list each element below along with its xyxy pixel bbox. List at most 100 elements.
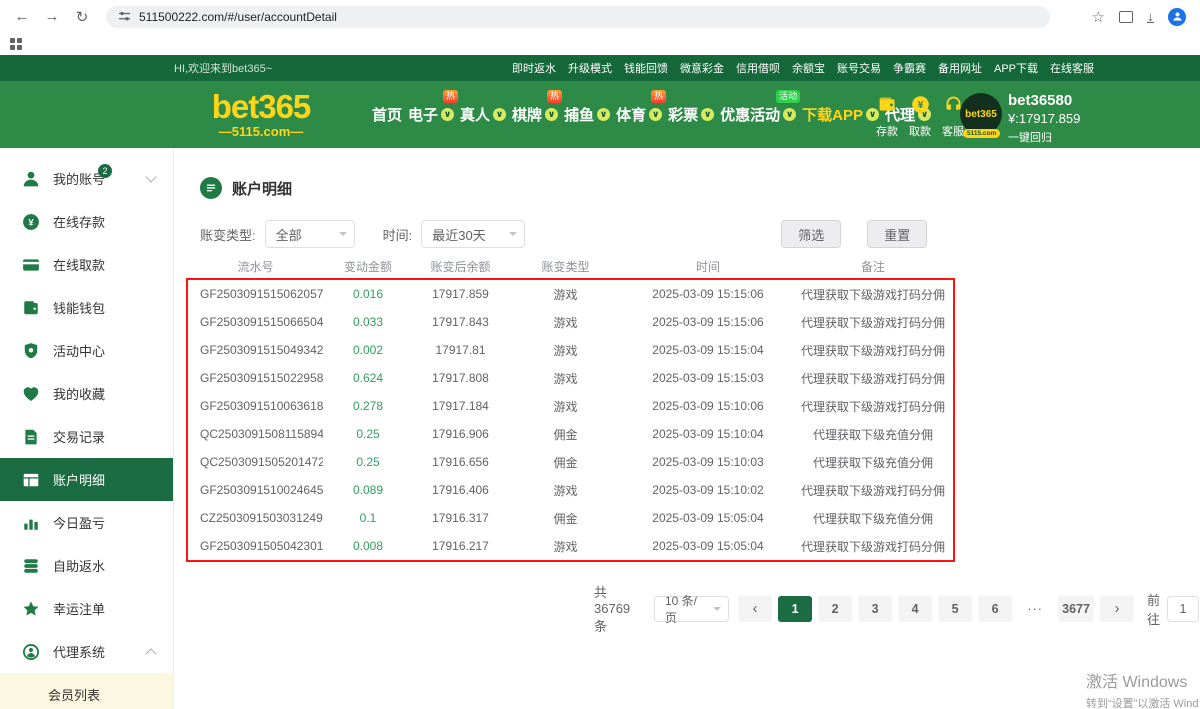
table-row[interactable]: GF250309151006361820.27817917.184游戏2025-… — [188, 392, 953, 420]
address-bar[interactable]: 511500222.com/#/user/accountDetail — [106, 6, 1050, 28]
topbar-link[interactable]: 钱能回馈 — [624, 60, 668, 76]
sidebar-item-lucky-bets[interactable]: 幸运注单 — [0, 587, 173, 630]
goto-page-input[interactable] — [1167, 596, 1199, 622]
cell-amount: 0.1 — [323, 511, 413, 525]
nav-item-download[interactable]: 下载APP∨ — [802, 81, 879, 148]
cell-remark: 代理获取下级游戏打码分佣 — [793, 342, 953, 359]
apps-grid-icon[interactable] — [10, 38, 22, 50]
reload-icon[interactable]: ↻ — [70, 5, 94, 29]
cell-balance: 17916.317 — [413, 511, 508, 525]
page-button[interactable]: 4 — [898, 596, 932, 622]
cell-serial: GF25030915150665049 — [188, 315, 323, 329]
type-select[interactable]: 全部 — [265, 220, 355, 248]
topbar-link[interactable]: 争霸赛 — [893, 60, 926, 76]
table-row[interactable]: QC250309150811589440.2517916.906佣金2025-0… — [188, 420, 953, 448]
forward-icon[interactable]: → — [40, 5, 64, 29]
page-button[interactable]: 3 — [858, 596, 892, 622]
topbar-link[interactable]: 余额宝 — [792, 60, 825, 76]
sidebar-item-label: 我的收藏 — [53, 384, 105, 403]
table-row[interactable]: GF250309151506205750.01617917.859游戏2025-… — [188, 280, 953, 308]
nav-item-home[interactable]: 首页 — [372, 81, 402, 148]
time-select[interactable]: 最近30天 — [421, 220, 525, 248]
topbar-link[interactable]: 备用网址 — [938, 60, 982, 76]
next-page-icon[interactable]: › — [1100, 596, 1134, 622]
nav-item-chess[interactable]: 棋牌∨热 — [512, 81, 558, 148]
sidebar-item-member-list[interactable]: 会员列表 — [0, 673, 173, 709]
sidebar-item-trade-records[interactable]: 交易记录 — [0, 415, 173, 458]
topbar-link[interactable]: 微意彩金 — [680, 60, 724, 76]
time-filter-label: 时间: — [383, 225, 413, 244]
table-row[interactable]: GF250309150504230160.00817916.217游戏2025-… — [188, 532, 953, 560]
prev-page-icon[interactable]: ‹ — [738, 596, 772, 622]
sidebar-item-online-withdraw[interactable]: 在线取款 — [0, 243, 173, 286]
sidebar-item-label: 钱能钱包 — [53, 298, 105, 317]
cell-balance: 17917.81 — [413, 343, 508, 357]
browser-toolbar: ← → ↻ 511500222.com/#/user/accountDetail… — [0, 0, 1200, 33]
page-button[interactable]: 1 — [778, 596, 812, 622]
deposit-button[interactable]: 存款 — [876, 94, 898, 139]
nav-item-label: 棋牌 — [512, 104, 542, 125]
sidebar-item-qianneng-wallet[interactable]: 钱能钱包 — [0, 286, 173, 329]
nav-item-label: 下载APP — [802, 104, 863, 125]
site-settings-icon[interactable] — [118, 10, 131, 23]
page-button[interactable]: 3677 — [1058, 596, 1094, 622]
sidebar-item-today-profit[interactable]: 今日盈亏 — [0, 501, 173, 544]
filter-button[interactable]: 筛选 — [781, 220, 841, 248]
chevron-up-icon — [145, 648, 156, 659]
chevron-down-icon: ∨ — [545, 108, 558, 121]
topbar-link[interactable]: 即时返水 — [512, 60, 556, 76]
table-body-highlighted: GF250309151506205750.01617917.859游戏2025-… — [186, 278, 955, 562]
nav-item-sports[interactable]: 体育∨热 — [616, 81, 662, 148]
quick-actions: 存款 ¥ 取款 客服 — [876, 94, 964, 139]
page-button[interactable]: 2 — [818, 596, 852, 622]
cell-time: 2025-03-09 15:15:06 — [623, 287, 793, 301]
download-icon[interactable]: ↓ — [1147, 10, 1154, 23]
profile-avatar[interactable] — [1168, 8, 1186, 26]
type-select-value: 全部 — [276, 225, 302, 244]
pagination: 共 36769 条 10 条/页 ‹ 123456···3677 › 前往 页 — [594, 582, 1200, 635]
nav-item-fishing[interactable]: 捕鱼∨ — [564, 81, 610, 148]
sidebar-item-my-account[interactable]: 我的账号2 — [0, 157, 173, 200]
one-click-restore-button[interactable]: 一键回归 — [1008, 129, 1052, 145]
user-icon — [22, 170, 40, 188]
table-row[interactable]: GF250309151504934270.00217917.81游戏2025-0… — [188, 336, 953, 364]
table-row[interactable]: CZ250309150303124900.117916.317佣金2025-03… — [188, 504, 953, 532]
topbar-link[interactable]: APP下载 — [994, 60, 1038, 76]
chevron-down-icon: ∨ — [783, 108, 796, 121]
sidebar-item-online-deposit[interactable]: ¥在线存款 — [0, 200, 173, 243]
table-row[interactable]: QC250309150520147260.2517916.656佣金2025-0… — [188, 448, 953, 476]
table-row[interactable]: GF250309151502295830.62417917.808游戏2025-… — [188, 364, 953, 392]
reset-button[interactable]: 重置 — [867, 220, 927, 248]
topbar-link[interactable]: 升级模式 — [568, 60, 612, 76]
side-panel-icon[interactable] — [1119, 11, 1133, 23]
chevron-down-icon: ∨ — [597, 108, 610, 121]
sidebar-item-self-rebate[interactable]: 自助返水 — [0, 544, 173, 587]
bookmark-star-icon[interactable]: ☆ — [1092, 8, 1105, 26]
sidebar-item-label: 代理系统 — [53, 642, 105, 661]
cell-balance: 17917.859 — [413, 287, 508, 301]
page-button[interactable]: 5 — [938, 596, 972, 622]
back-icon[interactable]: ← — [10, 5, 34, 29]
nav-item-slots[interactable]: 电子∨热 — [408, 81, 454, 148]
sidebar-item-account-detail[interactable]: 账户明细 — [0, 458, 173, 501]
sidebar-item-agent-system[interactable]: 代理系统 — [0, 630, 173, 673]
cell-amount: 0.008 — [323, 539, 413, 553]
withdraw-button[interactable]: ¥ 取款 — [909, 94, 931, 139]
sidebar-item-activity-center[interactable]: 活动中心 — [0, 329, 173, 372]
table-row[interactable]: GF250309151506650490.03317917.843游戏2025-… — [188, 308, 953, 336]
nav-item-lottery[interactable]: 彩票∨ — [668, 81, 714, 148]
url-text[interactable]: 511500222.com/#/user/accountDetail — [139, 10, 337, 24]
nav-item-live[interactable]: 真人∨ — [460, 81, 506, 148]
cell-balance: 17916.906 — [413, 427, 508, 441]
topbar-link[interactable]: 信用借呗 — [736, 60, 780, 76]
sidebar-item-my-favorites[interactable]: 我的收藏 — [0, 372, 173, 415]
cell-serial: GF25030915150620575 — [188, 287, 323, 301]
per-page-select[interactable]: 10 条/页 — [654, 596, 729, 622]
nav-item-promos[interactable]: 优惠活动∨活动 — [720, 81, 796, 148]
topbar-link[interactable]: 在线客服 — [1050, 60, 1094, 76]
site-logo[interactable]: bet365 —5115.com— — [196, 90, 326, 139]
page-button[interactable]: 6 — [978, 596, 1012, 622]
table-row[interactable]: GF250309151002464500.08917916.406游戏2025-… — [188, 476, 953, 504]
topbar-link[interactable]: 账号交易 — [837, 60, 881, 76]
logo-domain: —5115.com— — [196, 124, 326, 139]
